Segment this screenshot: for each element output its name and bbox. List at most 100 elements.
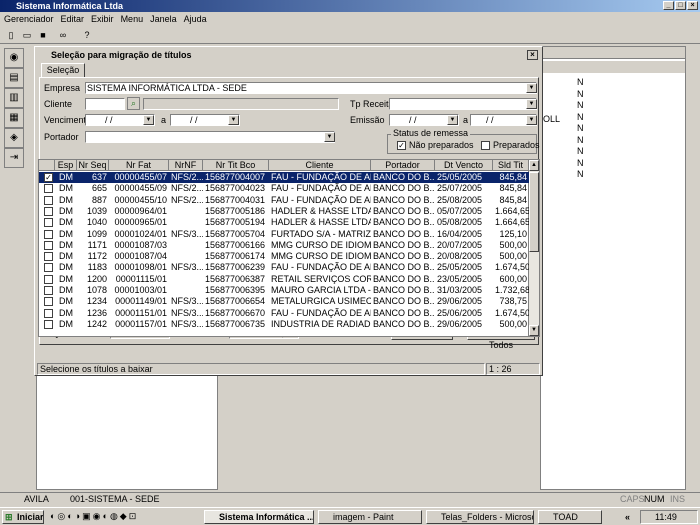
row-checkbox[interactable] [44, 195, 53, 205]
nao-preparados-checkbox[interactable]: ✓ [397, 141, 406, 150]
grid-header-7[interactable]: Portador [371, 160, 435, 171]
status-user: AVILA [24, 494, 49, 504]
cell-port: BANCO DO B... [373, 318, 435, 329]
table-row[interactable]: DM 1078 00001003/01 156877006395 MAURO GARCI… [39, 285, 529, 296]
row-checkbox[interactable] [44, 229, 53, 239]
row-checkbox[interactable] [44, 297, 53, 307]
binoculars-icon[interactable]: ∞ [56, 28, 70, 42]
vencimento-start-dropdown-icon[interactable]: ▼ [143, 115, 154, 125]
row-checkbox[interactable] [44, 319, 53, 329]
portador-dropdown-icon[interactable]: ▼ [324, 132, 335, 142]
empresa-select[interactable]: SISTEMA INFORMÁTICA LTDA - SEDE [85, 82, 537, 94]
menu-gerenciador[interactable]: Gerenciador [4, 14, 54, 24]
task-sistema[interactable]: Sistema Informática ... [204, 510, 314, 524]
minimize-button[interactable]: _ [663, 1, 674, 10]
row-checkbox[interactable] [44, 274, 53, 284]
cell-fat: 00001024/01 [114, 228, 167, 239]
task-telas-folders[interactable]: Telas_Folders - Microsoft... [426, 510, 534, 524]
save-icon[interactable]: ■ [36, 28, 50, 42]
row-checkbox[interactable] [44, 252, 53, 262]
tp-receita-dropdown-icon[interactable]: ▼ [526, 99, 537, 109]
grid-header-9[interactable]: Sld Tit [493, 160, 529, 171]
row-checkbox[interactable]: ✓ [44, 173, 53, 182]
help-icon[interactable]: ? [80, 28, 94, 42]
cell-esp: DM [59, 205, 73, 216]
vencimento-end-dropdown-icon[interactable]: ▼ [228, 115, 239, 125]
module-icon-3[interactable]: ▥ [4, 88, 24, 108]
menu-exibir[interactable]: Exibir [91, 14, 114, 24]
row-checkbox[interactable] [44, 240, 53, 250]
table-row[interactable]: DM 1236 00001151/01 NFS/3... 156877006670 FAU… [39, 308, 529, 319]
exit-icon[interactable]: ⇥ [4, 148, 24, 168]
emissao-start-dropdown-icon[interactable]: ▼ [447, 115, 458, 125]
cell-fat: 00001098/01 [114, 262, 167, 273]
table-row[interactable]: DM 1099 00001024/01 NFS/3... 156877005704 FUR… [39, 229, 529, 240]
tp-receita-select[interactable] [389, 98, 537, 110]
table-row[interactable]: DM 887 00000455/10 NFS/2... 156877004031 FAU … [39, 195, 529, 206]
row-checkbox[interactable] [44, 308, 53, 318]
scroll-thumb[interactable] [529, 172, 539, 252]
empresa-dropdown-icon[interactable]: ▼ [526, 83, 537, 93]
bg-cell: N [577, 134, 584, 145]
grid-scrollbar[interactable]: ▲ ▼ [528, 160, 539, 336]
dialog-status-text: Selecione os títulos a baixar [37, 363, 485, 375]
dialog-close-button[interactable]: × [527, 50, 538, 60]
grid-header-0[interactable] [39, 160, 55, 171]
table-row[interactable]: DM 1234 00001149/01 NFS/3... 156877006654 MET… [39, 296, 529, 307]
grid-header-1[interactable]: Esp [55, 160, 77, 171]
tray-expand-icon[interactable]: « [625, 511, 630, 523]
task-toad[interactable]: TOAD [538, 510, 602, 524]
table-row[interactable]: DM 1172 00001087/04 156877006174 MMG CURSO D… [39, 251, 529, 262]
row-checkbox[interactable] [44, 218, 53, 228]
preparados-checkbox[interactable] [481, 141, 490, 150]
grid-header-4[interactable]: NrNF [169, 160, 203, 171]
quick-launch-icons[interactable]: ◐◎◐◑▣◉◐◍◆⊡ [50, 511, 200, 523]
table-row[interactable]: DM 1242 00001157/01 NFS/3... 156877006735 IND… [39, 319, 529, 330]
cliente-search-icon[interactable]: ⌕ [127, 97, 140, 110]
cliente-code-input[interactable] [85, 98, 125, 110]
tab-selecao[interactable]: Seleção [41, 63, 85, 78]
row-checkbox[interactable] [44, 263, 53, 273]
table-row[interactable]: DM 1171 00001087/03 156877006166 MMG CURSO D… [39, 240, 529, 251]
portador-select[interactable] [85, 131, 335, 143]
scroll-up-icon[interactable]: ▲ [529, 160, 539, 171]
row-checkbox[interactable] [44, 184, 53, 194]
row-checkbox[interactable] [44, 286, 53, 295]
module-icon-2[interactable]: ▤ [4, 68, 24, 88]
table-row[interactable]: ✓ DM 637 00000455/07 NFS/2... 156877004007 FAU… [39, 172, 529, 183]
grid-header-6[interactable]: Cliente [269, 160, 371, 171]
tp-receita-label: Tp Receita [350, 99, 394, 109]
cell-esp: DM [59, 183, 73, 194]
menu-ajuda[interactable]: Ajuda [184, 14, 207, 24]
table-row[interactable]: DM 665 00000455/09 NFS/2... 156877004023 FAU … [39, 183, 529, 194]
start-label: Iniciar [17, 512, 44, 522]
table-row[interactable]: DM 1040 00000965/01 156877005194 HADLER & HA… [39, 217, 529, 228]
start-button[interactable]: ⊞ Iniciar [2, 510, 44, 524]
module-icon-1[interactable]: ◉ [4, 48, 24, 68]
row-checkbox[interactable] [44, 206, 53, 216]
task-paint[interactable]: imagem - Paint [318, 510, 422, 524]
menu-janela[interactable]: Janela [150, 14, 177, 24]
module-icon-5[interactable]: ◈ [4, 128, 24, 148]
cell-nf: NFS/2... [171, 183, 203, 194]
grid-header-2[interactable]: Nr Seq [77, 160, 109, 171]
grid-header-3[interactable]: Nr Fat [109, 160, 169, 171]
menu-editar[interactable]: Editar [61, 14, 85, 24]
cell-esp: DM [59, 172, 73, 182]
new-file-icon[interactable]: ▯ [4, 28, 18, 42]
emissao-end-dropdown-icon[interactable]: ▼ [526, 115, 537, 125]
close-button[interactable]: × [687, 1, 698, 10]
app-status-bar: AVILA 001-SISTEMA - SEDE CAPS NUM INS [0, 492, 700, 506]
side-toolbar: ◉ ▤ ▥ ▦ ◈ ⇥ [0, 44, 30, 489]
scroll-down-icon[interactable]: ▼ [529, 325, 539, 336]
table-row[interactable]: DM 1183 00001098/01 NFS/3... 156877006239 FAU… [39, 262, 529, 273]
maximize-button[interactable]: □ [675, 1, 686, 10]
grid-header-5[interactable]: Nr Tit Bco [203, 160, 269, 171]
open-folder-icon[interactable]: ▭ [20, 28, 34, 42]
table-row[interactable]: DM 1039 00000964/01 156877005186 HADLER & HA… [39, 206, 529, 217]
cell-port: BANCO DO B... [373, 205, 435, 216]
grid-header-8[interactable]: Dt Vencto [435, 160, 493, 171]
table-row[interactable]: DM 1200 00001115/01 156877006387 RETAIL SERV… [39, 274, 529, 285]
module-icon-4[interactable]: ▦ [4, 108, 24, 128]
menu-menu[interactable]: Menu [121, 14, 144, 24]
